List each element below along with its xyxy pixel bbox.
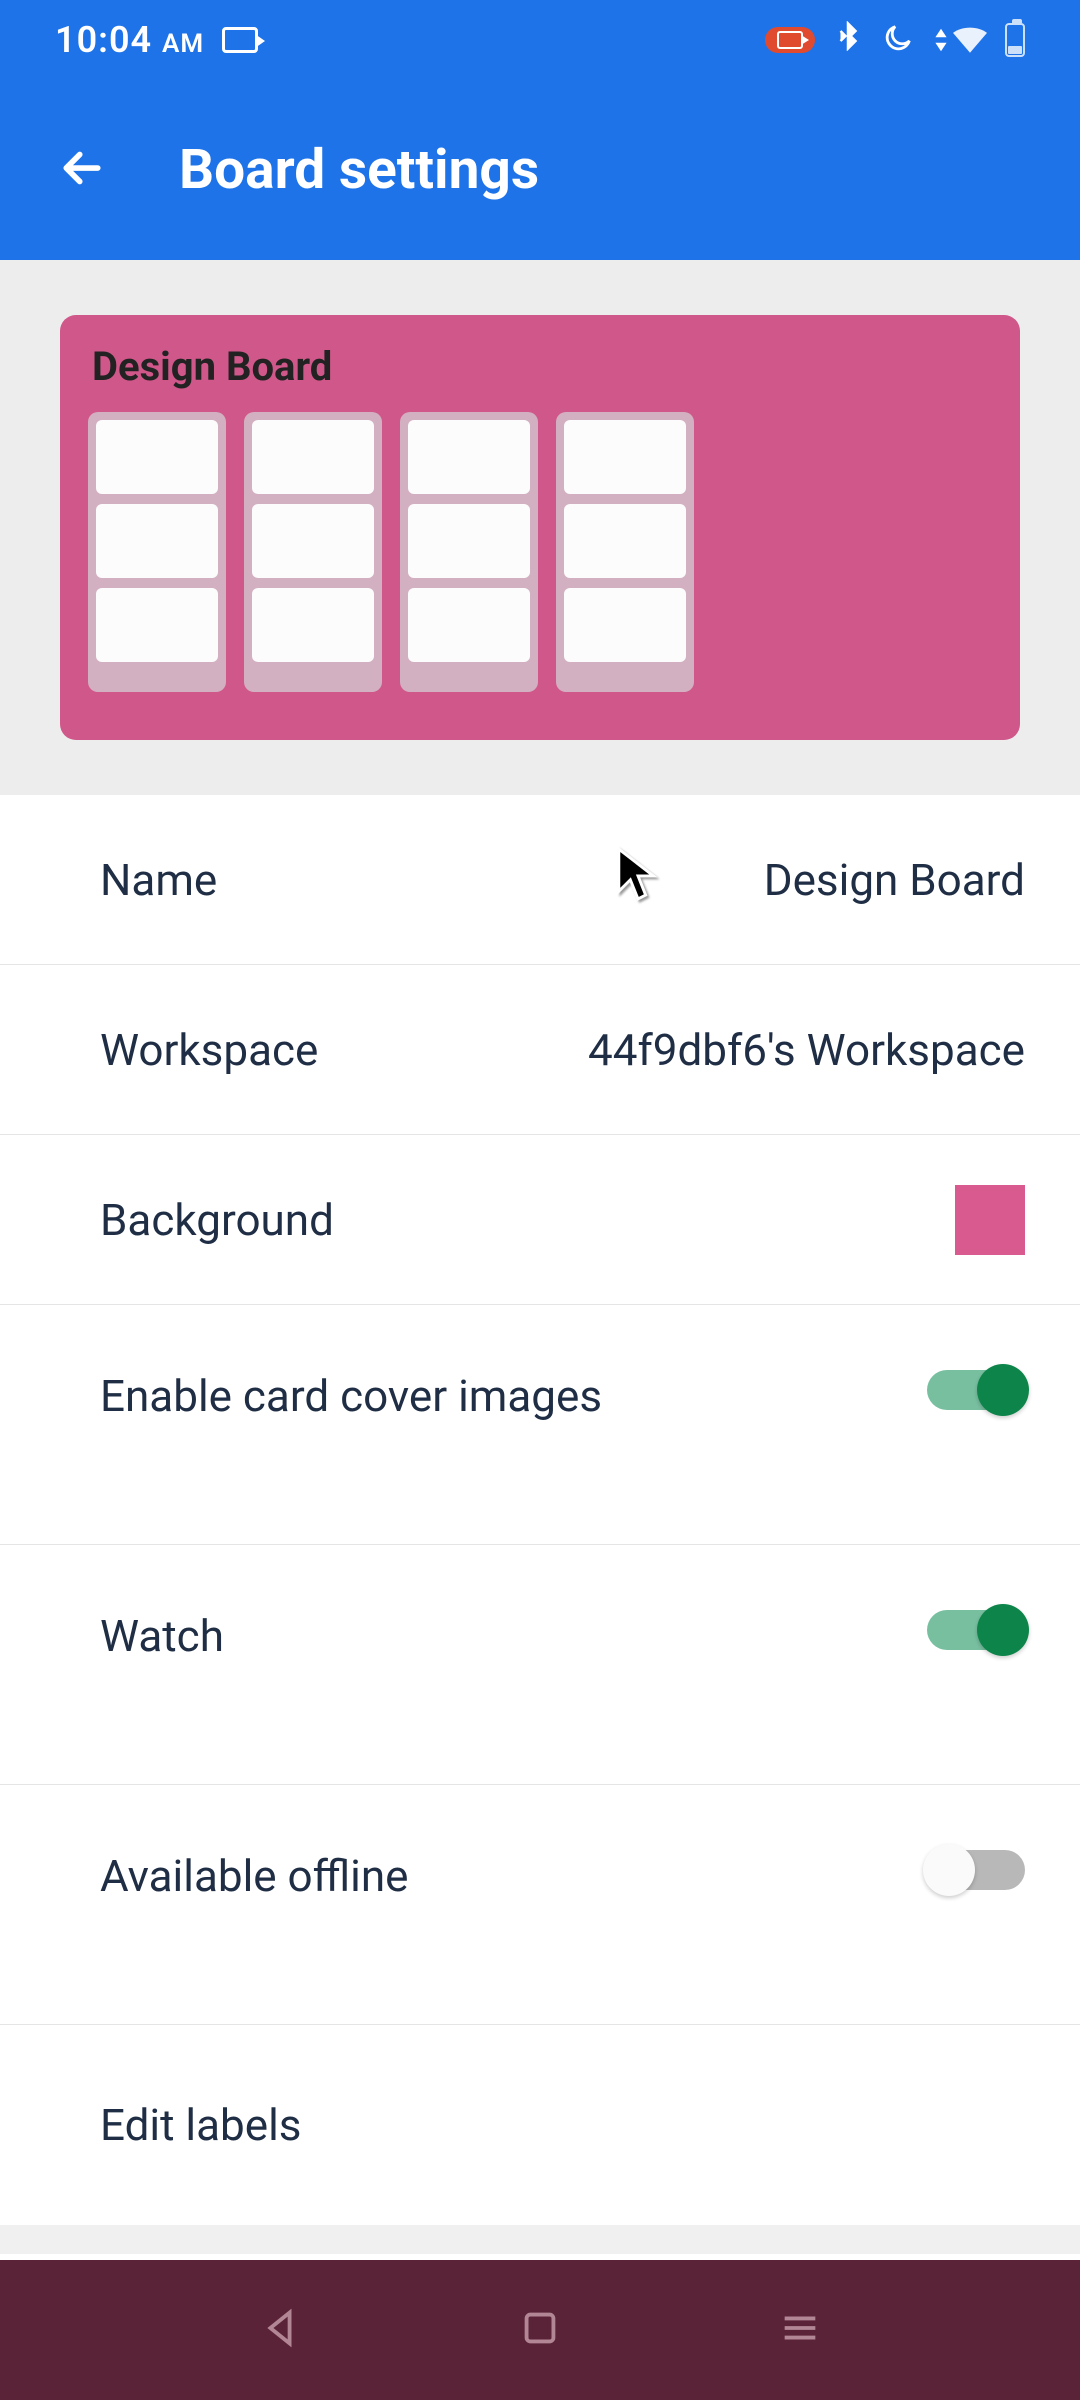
board-preview-card (252, 588, 374, 662)
camera-icon (222, 27, 258, 53)
board-preview-list (88, 412, 226, 692)
setting-name-row[interactable]: Name Design Board (0, 795, 1080, 965)
board-preview-list (400, 412, 538, 692)
battery-icon (1005, 23, 1025, 57)
status-time-value: 10:04 (55, 19, 152, 61)
setting-name-value: Design Board (764, 854, 1025, 906)
board-preview-card (96, 420, 218, 494)
setting-cover-images-row[interactable]: Enable card cover images (0, 1305, 1080, 1545)
wifi-icon (933, 26, 987, 54)
arrow-left-icon (55, 141, 109, 195)
board-preview-card (564, 504, 686, 578)
back-button[interactable] (55, 141, 109, 199)
do-not-disturb-icon (881, 21, 915, 59)
status-bar: 10:04 AM (0, 0, 1080, 80)
watch-toggle[interactable] (927, 1610, 1025, 1650)
board-preview-card (408, 588, 530, 662)
setting-workspace-row[interactable]: Workspace 44f9dbf6's Workspace (0, 965, 1080, 1135)
board-preview-list (244, 412, 382, 692)
toggle-knob (977, 1604, 1029, 1656)
bluetooth-icon (833, 20, 863, 60)
settings-list: Name Design Board Workspace 44f9dbf6's W… (0, 795, 1080, 2225)
setting-watch-row[interactable]: Watch (0, 1545, 1080, 1785)
toggle-knob (923, 1844, 975, 1896)
board-preview-card (96, 588, 218, 662)
board-preview-card (408, 504, 530, 578)
page-title: Board settings (179, 138, 539, 202)
mouse-cursor-icon (615, 845, 661, 907)
setting-offline-row[interactable]: Available offline (0, 1785, 1080, 2025)
nav-back-button[interactable] (257, 2305, 303, 2355)
system-nav-bar (0, 2260, 1080, 2400)
setting-edit-labels-row[interactable]: Edit labels (0, 2025, 1080, 2225)
setting-edit-labels-label: Edit labels (100, 2099, 302, 2151)
board-preview-card (408, 420, 530, 494)
nav-recents-button[interactable] (777, 2305, 823, 2355)
toggle-knob (977, 1364, 1029, 1416)
triangle-back-icon (257, 2305, 303, 2351)
screen-record-icon (765, 27, 815, 53)
setting-workspace-label: Workspace (100, 1024, 318, 1076)
setting-offline-label: Available offline (100, 1850, 409, 1902)
board-preview-card (252, 504, 374, 578)
setting-cover-images-label: Enable card cover images (100, 1370, 602, 1422)
board-preview-title: Design Board (92, 343, 992, 390)
setting-name-label: Name (100, 854, 217, 906)
board-preview-section: Design Board (0, 260, 1080, 795)
nav-home-button[interactable] (517, 2305, 563, 2355)
setting-background-label: Background (100, 1194, 334, 1246)
board-preview-card (564, 420, 686, 494)
board-preview[interactable]: Design Board (60, 315, 1020, 740)
board-preview-card (96, 504, 218, 578)
status-right (765, 20, 1025, 60)
setting-watch-label: Watch (100, 1610, 224, 1662)
board-preview-lists (88, 412, 992, 692)
menu-recents-icon (777, 2305, 823, 2351)
status-time-ampm: AM (162, 29, 204, 59)
board-preview-list (556, 412, 694, 692)
status-time: 10:04 AM (55, 19, 204, 61)
cover-images-toggle[interactable] (927, 1370, 1025, 1410)
app-bar: Board settings (0, 80, 1080, 260)
setting-background-row[interactable]: Background (0, 1135, 1080, 1305)
offline-toggle[interactable] (927, 1850, 1025, 1890)
board-preview-card (564, 588, 686, 662)
square-home-icon (517, 2305, 563, 2351)
background-color-swatch (955, 1185, 1025, 1255)
setting-workspace-value: 44f9dbf6's Workspace (588, 1024, 1025, 1076)
board-preview-card (252, 420, 374, 494)
status-left: 10:04 AM (55, 19, 258, 61)
